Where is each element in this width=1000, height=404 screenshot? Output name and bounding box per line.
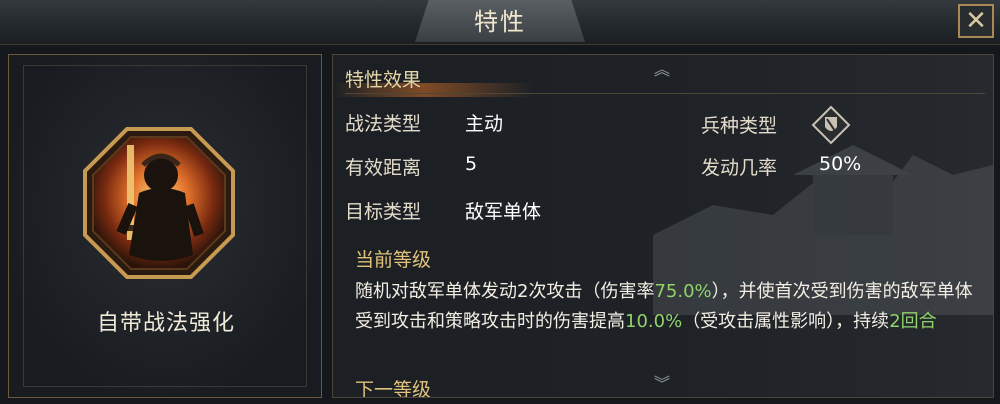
- target-type-value: 敌军单体: [465, 201, 542, 223]
- close-button[interactable]: ✕: [958, 4, 994, 38]
- duration-value: 2回合: [889, 311, 937, 332]
- close-icon: ✕: [965, 6, 987, 36]
- window-title: 特性: [474, 8, 526, 36]
- range-value: 5: [465, 153, 478, 175]
- scroll-up-icon[interactable]: ︽: [640, 62, 684, 78]
- skill-type-label: 战法类型: [345, 113, 422, 135]
- skill-name: 自带战法强化: [96, 311, 235, 336]
- troop-type-label: 兵种类型: [701, 115, 778, 137]
- trigger-rate-value: 50%: [819, 153, 862, 175]
- desc-text-3: （受攻击属性影响），持续: [682, 311, 890, 332]
- detail-panel: ︽ 特性效果 战法类型 主动 有效距离 5 目标类型 敌军单体 兵种类型 发动几…: [332, 54, 994, 398]
- skill-card: 自带战法强化: [8, 54, 322, 398]
- troop-type-icon: [811, 105, 851, 145]
- section-title: 特性效果: [345, 69, 422, 91]
- trigger-rate-label: 发动几率: [701, 157, 778, 179]
- damage-rate-value: 75.0%: [654, 281, 712, 302]
- skill-description: 随机对敌军单体发动2次攻击（伤害率75.0%），并使首次受到伤害的敌军单体受到攻…: [355, 277, 975, 337]
- desc-text-1: 随机对敌军单体发动2次攻击（伤害率: [355, 281, 655, 302]
- next-level-title: 下一等级: [355, 379, 432, 398]
- skill-type-value: 主动: [465, 113, 504, 135]
- range-label: 有效距离: [345, 157, 422, 179]
- current-level-title: 当前等级: [355, 249, 432, 271]
- damage-increase-value: 10.0%: [625, 311, 683, 332]
- armored-warrior-portrait[interactable]: [81, 125, 237, 281]
- scroll-down-icon[interactable]: ︾: [640, 376, 684, 392]
- section-divider: [345, 93, 985, 94]
- portrait-emblem-icon: [83, 127, 235, 279]
- target-type-label: 目标类型: [345, 201, 422, 223]
